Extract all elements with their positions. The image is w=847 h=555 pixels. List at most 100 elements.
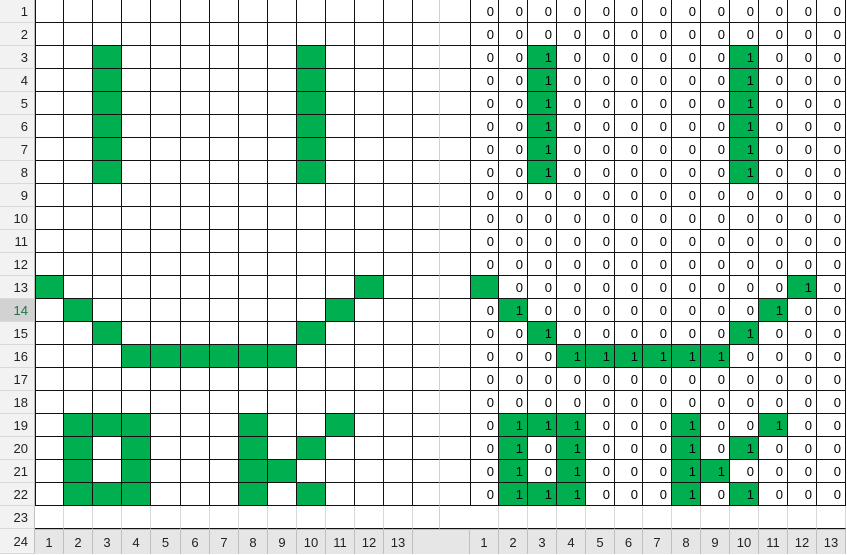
- value-cell[interactable]: 0: [701, 368, 730, 391]
- empty-cell[interactable]: [413, 184, 440, 207]
- value-cell[interactable]: 0: [788, 138, 817, 161]
- empty-cell[interactable]: [440, 207, 470, 230]
- grid-cell[interactable]: [239, 345, 268, 368]
- value-cell[interactable]: 1: [672, 345, 701, 368]
- grid-cell[interactable]: [93, 0, 122, 23]
- grid-cell[interactable]: [297, 391, 326, 414]
- grid-cell[interactable]: [122, 230, 151, 253]
- value-cell[interactable]: 0: [788, 115, 817, 138]
- value-cell[interactable]: 0: [643, 161, 672, 184]
- value-cell[interactable]: 0: [615, 115, 643, 138]
- empty-cell[interactable]: [413, 460, 440, 483]
- value-cell[interactable]: 1: [730, 161, 759, 184]
- grid-cell[interactable]: [239, 437, 268, 460]
- grid-cell[interactable]: [151, 276, 181, 299]
- value-cell[interactable]: 1: [672, 414, 701, 437]
- value-cell[interactable]: 0: [615, 69, 643, 92]
- grid-cell[interactable]: [297, 230, 326, 253]
- value-cell[interactable]: 0: [528, 391, 557, 414]
- value-cell[interactable]: 1: [701, 460, 730, 483]
- grid-cell[interactable]: [64, 23, 93, 46]
- value-cell[interactable]: 0: [586, 414, 615, 437]
- value-cell[interactable]: 0: [557, 92, 586, 115]
- value-cell[interactable]: 0: [557, 230, 586, 253]
- value-cell[interactable]: 0: [499, 46, 528, 69]
- grid-cell[interactable]: [326, 483, 355, 506]
- grid-cell[interactable]: [239, 253, 268, 276]
- value-cell[interactable]: 0: [528, 276, 557, 299]
- grid-cell[interactable]: [64, 115, 93, 138]
- value-cell[interactable]: 1: [528, 92, 557, 115]
- value-cell[interactable]: 0: [643, 276, 672, 299]
- grid-cell[interactable]: [384, 483, 413, 506]
- value-cell[interactable]: 1: [759, 299, 788, 322]
- grid-cell[interactable]: [326, 437, 355, 460]
- row-header[interactable]: 1: [0, 0, 35, 23]
- grid-cell[interactable]: [384, 92, 413, 115]
- value-cell[interactable]: 0: [701, 138, 730, 161]
- value-cell[interactable]: 0: [701, 230, 730, 253]
- value-cell[interactable]: 0: [730, 299, 759, 322]
- value-cell[interactable]: 0: [499, 345, 528, 368]
- value-cell[interactable]: 1: [557, 483, 586, 506]
- value-cell[interactable]: 0: [759, 368, 788, 391]
- empty-cell[interactable]: [35, 506, 64, 529]
- value-cell[interactable]: 0: [470, 230, 499, 253]
- value-cell[interactable]: 0: [470, 299, 499, 322]
- value-cell[interactable]: 0: [788, 230, 817, 253]
- grid-cell[interactable]: [268, 161, 297, 184]
- empty-cell[interactable]: [440, 23, 470, 46]
- grid-cell[interactable]: [35, 207, 64, 230]
- grid-cell[interactable]: [239, 138, 268, 161]
- grid-cell[interactable]: [35, 483, 64, 506]
- value-cell[interactable]: 0: [701, 299, 730, 322]
- value-cell[interactable]: 0: [701, 184, 730, 207]
- empty-cell[interactable]: [440, 414, 470, 437]
- grid-cell[interactable]: [35, 184, 64, 207]
- grid-cell[interactable]: [181, 46, 210, 69]
- value-cell[interactable]: 0: [759, 69, 788, 92]
- value-cell[interactable]: 0: [586, 276, 615, 299]
- grid-cell[interactable]: [297, 322, 326, 345]
- value-cell[interactable]: 0: [586, 207, 615, 230]
- value-cell[interactable]: 1: [730, 138, 759, 161]
- value-cell[interactable]: 0: [557, 23, 586, 46]
- empty-cell[interactable]: [413, 69, 440, 92]
- grid-cell[interactable]: [326, 391, 355, 414]
- grid-cell[interactable]: [297, 23, 326, 46]
- value-cell[interactable]: 0: [672, 115, 701, 138]
- value-cell[interactable]: 0: [643, 115, 672, 138]
- value-cell[interactable]: 1: [499, 299, 528, 322]
- grid-cell[interactable]: [64, 207, 93, 230]
- value-cell[interactable]: 0: [701, 69, 730, 92]
- value-cell[interactable]: 1: [528, 69, 557, 92]
- value-cell[interactable]: 0: [817, 184, 846, 207]
- grid-cell[interactable]: [268, 69, 297, 92]
- grid-cell[interactable]: [93, 115, 122, 138]
- value-cell[interactable]: 0: [643, 322, 672, 345]
- grid-cell[interactable]: [355, 0, 384, 23]
- grid-cell[interactable]: [122, 345, 151, 368]
- grid-cell[interactable]: [35, 437, 64, 460]
- grid-cell[interactable]: [239, 46, 268, 69]
- value-cell[interactable]: 1: [528, 115, 557, 138]
- value-cell[interactable]: 0: [672, 23, 701, 46]
- grid-cell[interactable]: [210, 184, 239, 207]
- grid-cell[interactable]: [64, 460, 93, 483]
- grid-cell[interactable]: [181, 115, 210, 138]
- grid-cell[interactable]: [181, 0, 210, 23]
- grid-cell[interactable]: [64, 437, 93, 460]
- grid-cell[interactable]: [384, 368, 413, 391]
- value-cell[interactable]: 0: [615, 161, 643, 184]
- value-cell[interactable]: 0: [701, 437, 730, 460]
- grid-cell[interactable]: [181, 299, 210, 322]
- grid-cell[interactable]: [326, 368, 355, 391]
- value-cell[interactable]: 0: [788, 391, 817, 414]
- grid-cell[interactable]: [268, 230, 297, 253]
- value-cell[interactable]: 1: [557, 414, 586, 437]
- empty-cell[interactable]: [586, 506, 615, 529]
- grid-cell[interactable]: [210, 46, 239, 69]
- empty-cell[interactable]: [817, 506, 846, 529]
- value-cell[interactable]: 0: [759, 391, 788, 414]
- row-header[interactable]: 18: [0, 391, 35, 414]
